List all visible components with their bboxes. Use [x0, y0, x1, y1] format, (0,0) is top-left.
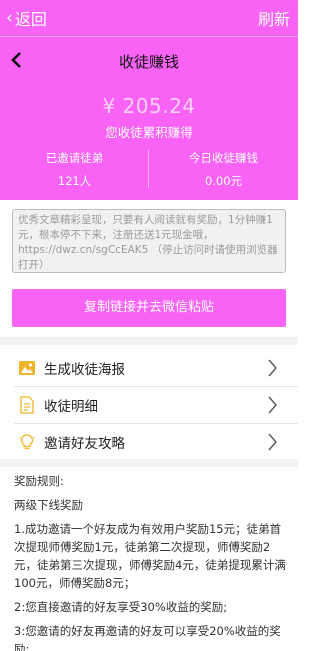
- invited-stat: 已邀请徒弟 121人: [0, 150, 149, 189]
- invited-value: 121人: [57, 174, 92, 188]
- today-earnings-label: 今日收徒赚钱: [189, 151, 258, 165]
- section-gap: [0, 459, 298, 467]
- rule-item: 3:您邀请的好友再邀请的好友可以享受20%收益的奖励;: [14, 624, 281, 651]
- document-icon: [20, 396, 34, 414]
- nav-bar: 收徒赚钱: [0, 36, 298, 84]
- back-button[interactable]: ‹ 返回: [6, 6, 47, 30]
- share-text-box[interactable]: 优秀文章精彩呈现，只要有人阅读就有奖励，1分钟赚1元，根本停不下来，注册还送1元…: [12, 209, 286, 273]
- reward-rules: 奖励规则: 两级下线奖励 1.成功邀请一个好友成为有效用户奖励15元；徒弟首次提…: [14, 472, 292, 651]
- rules-subtitle: 两级下线奖励: [14, 498, 83, 512]
- earnings-panel: ¥ 205.24 您收徒累积赚得 已邀请徒弟 121人 今日收徒赚钱 0.00元: [0, 84, 298, 200]
- chevron-right-icon: [268, 396, 277, 414]
- copy-link-button[interactable]: 复制链接并去微信粘贴: [12, 289, 286, 327]
- refresh-button[interactable]: 刷新: [258, 6, 290, 30]
- back-label: 返回: [14, 10, 47, 29]
- image-icon: [19, 361, 35, 375]
- chevron-right-icon: [268, 433, 277, 451]
- page-title: 收徒赚钱: [118, 53, 179, 71]
- menu-item-details[interactable]: 收徒明细: [0, 386, 298, 422]
- total-earnings-amount: ¥ 205.24: [102, 94, 196, 118]
- today-earnings-stat: 今日收徒赚钱 0.00元: [149, 150, 298, 189]
- rules-title: 奖励规则:: [14, 474, 64, 488]
- total-earnings-label: 您收徒累积赚得: [105, 125, 193, 140]
- lightbulb-icon: [18, 434, 36, 450]
- menu-item-guide[interactable]: 邀请好友攻略: [0, 423, 298, 459]
- today-earnings-value: 0.00元: [204, 174, 243, 188]
- menu-item-poster[interactable]: 生成收徒海报: [0, 349, 298, 385]
- menu-item-label: 生成收徒海报: [44, 362, 125, 378]
- menu-item-label: 邀请好友攻略: [44, 436, 125, 452]
- rule-item: 1.成功邀请一个好友成为有效用户奖励15元；徒弟首次提现师傅奖励1元，徒弟第二次…: [14, 522, 286, 590]
- chevron-left-icon: ‹: [6, 8, 13, 28]
- top-bar: ‹ 返回 刷新: [0, 0, 298, 36]
- chevron-right-icon: [268, 359, 277, 377]
- rule-item: 2:您直接邀请的好友享受30%收益的奖励;: [14, 600, 228, 614]
- invited-label: 已邀请徒弟: [45, 151, 104, 165]
- section-gap: [0, 337, 298, 345]
- menu-item-label: 收徒明细: [44, 399, 98, 415]
